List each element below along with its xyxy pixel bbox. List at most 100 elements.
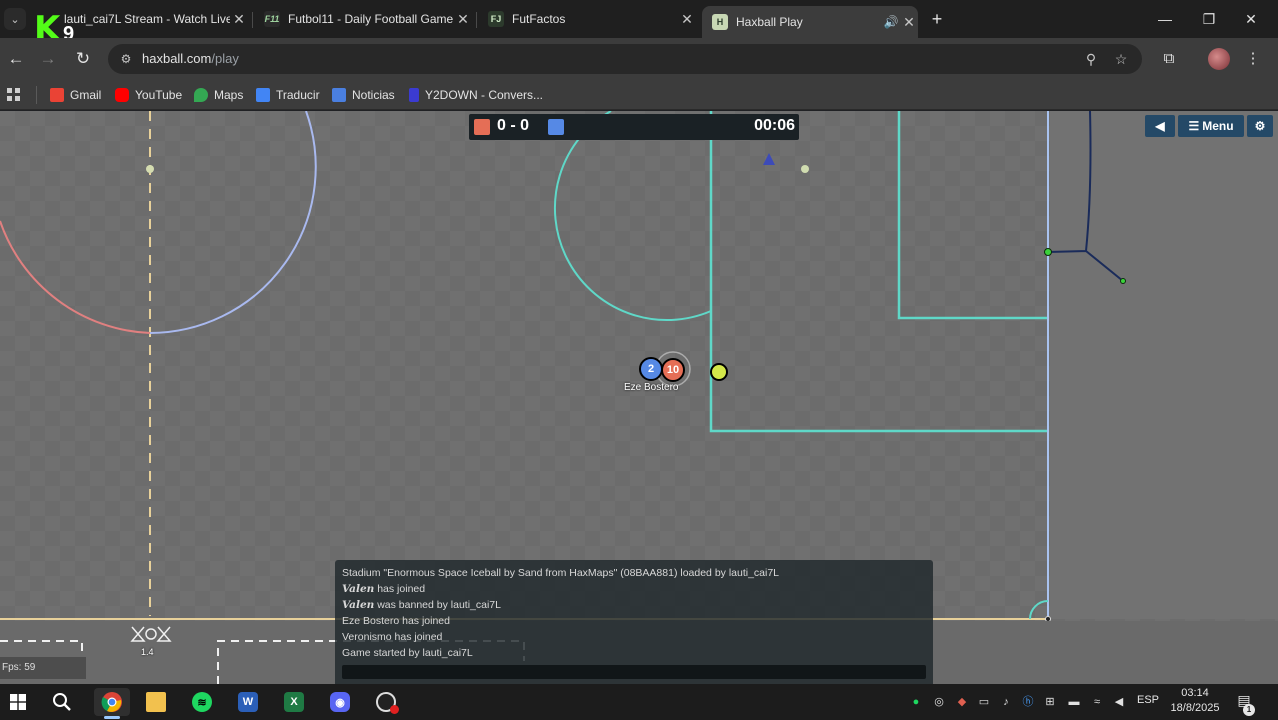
close-icon[interactable]: ✕ <box>230 11 248 28</box>
url-text[interactable]: haxball.com/play <box>142 51 239 66</box>
obs-tray-icon[interactable]: ◎ <box>931 694 947 710</box>
chat-message: Veronismo has joined <box>342 631 443 643</box>
active-app-indicator <box>104 716 120 719</box>
bookmark-y2down[interactable]: Y2DOWN - Convers... <box>409 86 543 104</box>
language-indicator[interactable]: ESP <box>1137 694 1159 706</box>
tab-futfactos[interactable]: FJ FutFactos ✕ <box>478 6 696 32</box>
taskbar-chrome[interactable] <box>94 688 130 716</box>
taskbar-discord[interactable]: ◉ <box>322 688 358 716</box>
taskbar-obs[interactable] <box>368 688 404 716</box>
taskbar-excel[interactable]: X <box>276 688 312 716</box>
sound-button[interactable]: ◀ <box>1145 115 1175 137</box>
apps-grid-icon[interactable] <box>6 86 22 104</box>
close-window-button[interactable]: ✕ <box>1237 6 1265 32</box>
hp-tray-icon[interactable]: ⓗ <box>1020 694 1036 710</box>
arrow-left-icon: ← <box>7 49 25 68</box>
tab-divider <box>476 12 477 28</box>
taskbar-word[interactable]: W <box>230 688 266 716</box>
address-bar[interactable]: ⚙ haxball.com/play ⚲ ☆ <box>108 44 1142 74</box>
start-button[interactable] <box>0 688 36 716</box>
url-path: /play <box>211 51 239 66</box>
chat-message: Eze Bostero has joined <box>342 615 450 627</box>
blue-team-swatch <box>548 119 564 135</box>
bookmark-youtube[interactable]: YouTube <box>115 86 182 104</box>
game-controls: ◀ ☰ Menu ⚙ <box>1145 115 1273 137</box>
battery-icon[interactable]: ▬ <box>1066 694 1082 710</box>
bookmark-maps[interactable]: Maps <box>194 86 243 104</box>
site-settings-icon[interactable]: ⚙ <box>118 51 134 67</box>
bookmark-label: Maps <box>214 88 244 102</box>
browser-tabstrip: ⌄ lauti_cai7L Stream - Watch Live ✕ F11 … <box>0 0 1278 38</box>
futfactos-icon: FJ <box>488 11 504 27</box>
recording-indicator <box>390 705 399 714</box>
close-icon[interactable]: ✕ <box>900 14 918 31</box>
youtube-icon <box>115 88 129 102</box>
chat-message: Valen was banned by lauti_cai7L <box>342 599 501 611</box>
settings-button[interactable]: ⚙ <box>1247 115 1273 137</box>
app-tray-icon[interactable]: ◆ <box>954 694 970 710</box>
clock[interactable]: 03:14 18/8/2025 <box>1166 686 1224 716</box>
menu-button[interactable]: ☰ Menu <box>1178 115 1244 137</box>
defender-tray-icon[interactable]: ⊞ <box>1042 694 1058 710</box>
gmail-icon <box>50 88 64 102</box>
windows-taskbar: ≋ W X ◉ ● ◎ ◆ ▭ ♪ ⓗ ⊞ ▬ ≈ ◀ ESP 03:14 18… <box>0 684 1278 720</box>
close-icon[interactable]: ✕ <box>678 11 696 28</box>
green-node <box>1120 278 1126 284</box>
bookmarks-divider <box>36 86 37 104</box>
tab-futbol11[interactable]: F11 Futbol11 - Daily Football Game ✕ <box>254 6 472 32</box>
chat-input[interactable] <box>342 665 926 679</box>
tab-title: Futbol11 - Daily Football Game <box>288 12 454 26</box>
maps-pin-icon <box>194 88 208 102</box>
player-blue: 2 <box>639 357 663 381</box>
bookmark-traducir[interactable]: Traducir <box>256 86 320 104</box>
close-icon[interactable]: ✕ <box>454 11 472 28</box>
bookmark-label: Traducir <box>276 88 320 102</box>
zoom-icon[interactable]: ⚲ <box>1081 49 1101 69</box>
restore-button[interactable]: ❐ <box>1195 6 1223 32</box>
volume-icon[interactable]: ◀ <box>1111 694 1127 710</box>
excel-icon: X <box>284 692 304 712</box>
taskbar-spotify[interactable]: ≋ <box>184 688 220 716</box>
reload-button[interactable]: ↻ <box>70 46 96 72</box>
spotify-icon: ≋ <box>192 692 212 712</box>
windows-icon <box>10 694 26 710</box>
chat-panel: Stadium "Enormous Space Iceball by Sand … <box>335 560 933 684</box>
search-icon <box>53 693 71 711</box>
outer-zone <box>1050 111 1278 619</box>
taskbar-file-explorer[interactable] <box>138 688 174 716</box>
search-button[interactable] <box>44 688 80 716</box>
chat-text: was banned by lauti_cai7L <box>374 599 501 611</box>
green-node <box>1044 248 1052 256</box>
bookmark-gmail[interactable]: Gmail <box>50 86 101 104</box>
chat-message: Stadium "Enormous Space Iceball by Sand … <box>342 567 780 579</box>
bookmark-noticias[interactable]: Noticias <box>332 86 395 104</box>
screen: ⌄ lauti_cai7L Stream - Watch Live ✕ F11 … <box>0 0 1278 720</box>
wifi-icon[interactable]: ≈ <box>1089 694 1105 710</box>
profile-avatar[interactable] <box>1208 48 1230 70</box>
forward-button[interactable]: → <box>35 46 61 72</box>
new-tab-button[interactable]: + <box>926 8 948 30</box>
speaker-icon: ◀ <box>1155 119 1165 133</box>
extensions-icon[interactable]: ⧉ <box>1158 48 1180 70</box>
bookmark-label: Noticias <box>352 88 395 102</box>
chat-username: Valen <box>342 599 375 611</box>
display-tray-icon[interactable]: ▭ <box>976 694 992 710</box>
star-icon[interactable]: ☆ <box>1111 49 1131 69</box>
minimize-button[interactable]: — <box>1151 6 1179 32</box>
haxball-game-canvas[interactable]: 2 10 Eze Bostero 1.4 0 - 0 00:06 ◀ ☰ Menu… <box>0 111 1278 684</box>
tab-divider <box>252 12 253 28</box>
word-icon: W <box>238 692 258 712</box>
back-button[interactable]: ← <box>3 46 29 72</box>
spotify-tray-icon[interactable]: ● <box>908 694 924 710</box>
scoreboard: 0 - 0 00:06 <box>469 114 799 140</box>
tab-haxball-play[interactable]: H Haxball Play 🔊 ✕ <box>702 6 918 38</box>
microphone-icon[interactable]: ♪ <box>998 694 1014 710</box>
tab-title: FutFactos <box>512 12 566 26</box>
bookmarks-bar: Gmail YouTube Maps Traducir Noticias Y2D… <box>0 80 1278 110</box>
tab-search-button[interactable]: ⌄ <box>4 8 26 30</box>
menu-label: Menu <box>1202 119 1234 133</box>
speaker-icon[interactable]: 🔊 <box>882 15 900 29</box>
y2down-icon <box>409 88 419 102</box>
chat-message: Game started by lauti_cai7L <box>342 647 473 659</box>
more-options-icon[interactable]: ⋮ <box>1242 48 1264 70</box>
